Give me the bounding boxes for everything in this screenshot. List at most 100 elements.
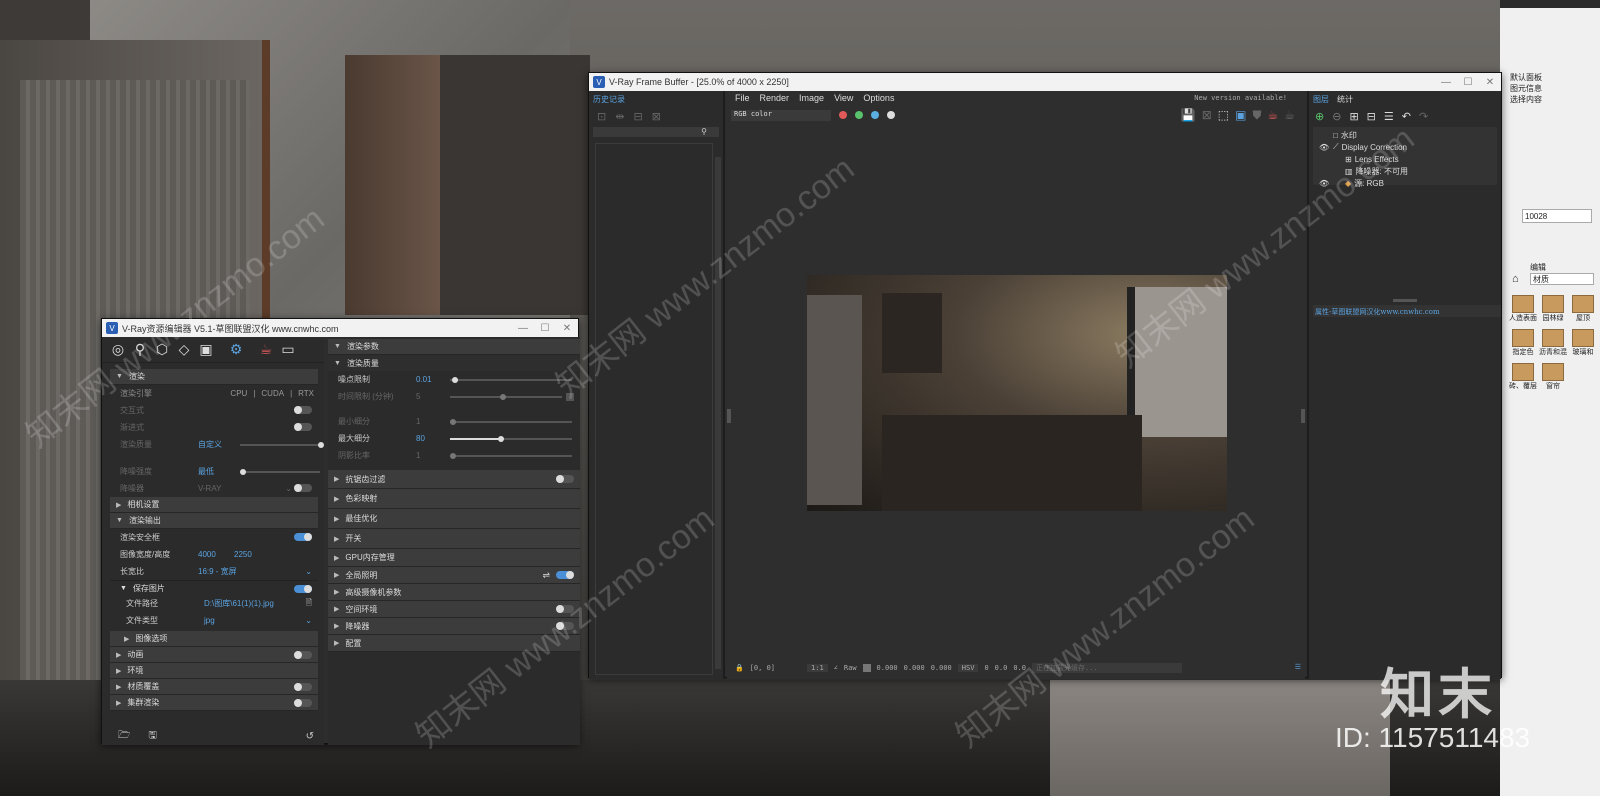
engine-cuda[interactable]: CUDA (261, 389, 284, 398)
section-denoiser[interactable]: ▶ 降噪器 (328, 618, 580, 635)
section-volume[interactable]: ▶ 空间环境 (328, 601, 580, 618)
material-tile[interactable]: 屋顶 (1568, 295, 1598, 323)
history-search-input[interactable]: ⚲ (593, 127, 719, 137)
home-icon[interactable]: ⌂ (1512, 273, 1524, 285)
color-mode-select[interactable]: HSV (957, 664, 979, 672)
file-icon[interactable]: 🗎 (306, 597, 312, 611)
layer-display-correction[interactable]: 👁 ⟋ Display Correction (1319, 141, 1497, 153)
settings-icon[interactable]: ⚙ (226, 340, 246, 360)
section-material-override[interactable]: ▶ 材质覆盖 (110, 679, 318, 695)
shade-rate-slider[interactable] (450, 453, 572, 459)
chevron-down-icon[interactable]: ⌄ (305, 567, 312, 576)
file-path-input[interactable]: D:\图库\61(1)(1).jpg (204, 598, 274, 609)
material-override-toggle[interactable] (294, 683, 312, 691)
material-tile[interactable]: 园林绿 (1538, 295, 1568, 323)
antialias-toggle[interactable] (556, 475, 574, 483)
list-icon[interactable]: ☰ (1384, 110, 1394, 123)
reset-icon[interactable]: ↺ (306, 731, 314, 742)
new-version-link[interactable]: New version available! (1194, 94, 1287, 102)
stop-icon[interactable]: ⛊ (1252, 108, 1261, 123)
section-cluster[interactable]: ▶ 集群渲染 (110, 695, 318, 711)
history-scrollbar[interactable] (715, 157, 721, 669)
region-render-icon[interactable]: ⬚ (1218, 108, 1229, 123)
frame-buffer-icon[interactable]: ▭ (278, 340, 298, 360)
history-list[interactable] (595, 143, 713, 675)
chevron-down-icon[interactable]: ⌄ (305, 616, 312, 625)
minimize-icon[interactable]: — (1435, 77, 1457, 88)
denoiser-toggle[interactable] (294, 484, 312, 492)
section-render[interactable]: ▼ 渲染 (110, 369, 318, 385)
time-checkbox[interactable] (566, 392, 574, 401)
undo-icon[interactable]: ↶ (1402, 110, 1411, 123)
progressive-toggle[interactable] (294, 423, 312, 431)
aspect-select[interactable]: 16:9 - 宽屏 (198, 566, 237, 577)
save-image-icon[interactable]: 💾 (1181, 108, 1196, 123)
section-gpu-memory[interactable]: ▶ GPU内存管理 (328, 549, 580, 567)
denoise-slider[interactable] (240, 469, 320, 475)
save-history-icon[interactable]: ⊡ (597, 110, 606, 123)
layer-watermark[interactable]: □ 水印 (1319, 129, 1497, 141)
material-tile[interactable]: 玻璃和 (1568, 329, 1598, 357)
tab-stats[interactable]: 统计 (1337, 94, 1353, 104)
file-type-select[interactable]: jpg (204, 616, 215, 625)
blue-channel-icon[interactable] (871, 111, 879, 119)
eye-icon[interactable]: 👁 (1319, 179, 1345, 188)
save-settings-icon[interactable]: 🖫 (148, 728, 157, 745)
render-teapot-icon[interactable]: ☕ (256, 340, 276, 360)
gi-toggle[interactable] (556, 571, 574, 579)
alpha-channel-icon[interactable] (887, 111, 895, 119)
zoom-select[interactable]: 1:1 (807, 664, 828, 672)
clear-icon[interactable]: ⊠ (1202, 108, 1212, 123)
material-tile[interactable]: 沥青和混 (1538, 329, 1568, 357)
engine-cpu[interactable]: CPU (230, 389, 247, 398)
time-slider[interactable] (450, 394, 562, 400)
layer-denoiser[interactable]: ▥ 降噪器: 不可用 (1319, 165, 1497, 177)
section-config[interactable]: ▶ 配置 (328, 635, 580, 652)
menu-options[interactable]: Options (863, 93, 894, 103)
animation-toggle[interactable] (294, 651, 312, 659)
cluster-toggle[interactable] (294, 699, 312, 707)
menu-image[interactable]: Image (799, 93, 824, 103)
safe-frame-toggle[interactable] (294, 533, 312, 541)
redo-icon[interactable]: ↷ (1419, 110, 1428, 123)
section-image-options[interactable]: ▶ 图像选项 (110, 631, 318, 647)
section-gi[interactable]: ▶ 全局照明 ⇌ (328, 567, 580, 584)
save-preset-icon[interactable]: ⊞ (1349, 110, 1358, 123)
shade-rate-input[interactable]: 1 (416, 451, 420, 460)
section-camera[interactable]: ▶ 相机设置 (110, 497, 318, 513)
add-layer-icon[interactable]: ⊕ (1315, 110, 1324, 123)
menu-render[interactable]: Render (760, 93, 790, 103)
height-input[interactable]: 2250 (234, 550, 252, 559)
section-animation[interactable]: ▶ 动画 (110, 647, 318, 663)
section-color-mapping[interactable]: ▶ 色彩映射 (328, 489, 580, 509)
section-optimization[interactable]: ▶ 最佳优化 (328, 509, 580, 529)
quality-subheader[interactable]: ▼ 渲染质量 (328, 355, 580, 371)
volume-toggle[interactable] (556, 605, 574, 613)
render-params-header[interactable]: ▼ 渲染参数 (328, 339, 580, 355)
chevron-down-icon[interactable]: ⌄ (285, 484, 292, 493)
lights-icon[interactable]: ⚲ (130, 340, 150, 360)
maximize-icon[interactable]: ☐ (534, 323, 556, 334)
denoiser-value[interactable]: V-RAY (198, 484, 221, 493)
asset-editor-titlebar[interactable]: V V-Ray资源编辑器 V5.1-草图联盟汉化 www.cnwhc.com —… (102, 319, 578, 337)
tab-layers[interactable]: 图层 (1313, 94, 1329, 104)
render-teapot-icon[interactable]: ☕ (1267, 108, 1278, 123)
material-tile[interactable]: 指定色 (1508, 329, 1538, 357)
material-tile[interactable]: 窗帘 (1538, 363, 1568, 391)
minimize-icon[interactable]: — (512, 323, 534, 334)
right-panel-handle[interactable] (1301, 409, 1305, 423)
section-antialias[interactable]: ▶ 抗锯齿过滤 (328, 470, 580, 489)
load-icon[interactable]: ⊟ (633, 110, 642, 123)
edit-tab[interactable]: 编辑 (1530, 262, 1546, 273)
gamma-icon[interactable]: ∠ (834, 664, 838, 672)
red-channel-icon[interactable] (839, 111, 847, 119)
remove-icon[interactable]: ⊠ (652, 110, 661, 123)
settings-sliders-icon[interactable]: ⇌ (542, 570, 550, 581)
menu-file[interactable]: File (735, 93, 750, 103)
min-subdiv-slider[interactable] (450, 419, 572, 425)
max-subdiv-input[interactable]: 80 (416, 434, 425, 443)
menu-view[interactable]: View (834, 93, 853, 103)
denoiser-toggle[interactable] (556, 622, 574, 630)
left-panel-handle[interactable] (727, 409, 731, 423)
denoise-value[interactable]: 最低 (198, 466, 214, 477)
